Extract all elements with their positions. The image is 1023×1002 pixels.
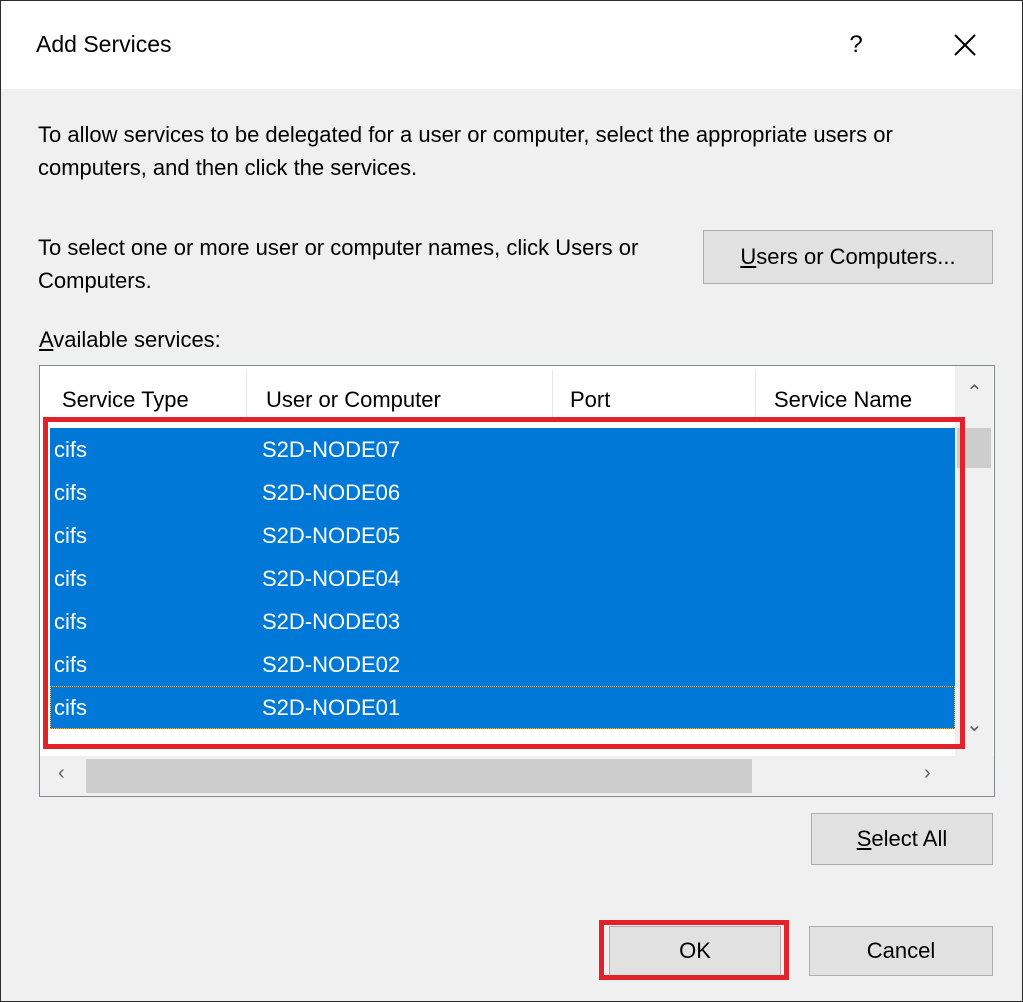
list-row[interactable]: cifs S2D-NODE02 bbox=[50, 643, 955, 686]
add-services-dialog: Add Services ? To allow services to be d… bbox=[0, 0, 1023, 1002]
column-header-user-or-computer[interactable]: User or Computer bbox=[266, 366, 441, 422]
cell-service-type: cifs bbox=[54, 566, 87, 591]
select-users-instructions: To select one or more user or computer n… bbox=[38, 235, 639, 293]
horizontal-scroll-thumb[interactable] bbox=[86, 759, 752, 793]
users-or-computers-button[interactable]: Users or Computers... bbox=[703, 230, 993, 284]
help-button[interactable]: ? bbox=[829, 17, 883, 73]
available-services-accel: A bbox=[39, 327, 54, 352]
cell-user-or-computer: S2D-NODE06 bbox=[262, 480, 401, 505]
delegation-instructions: To allow services to be delegated for a … bbox=[38, 122, 893, 180]
select-all-label: elect All bbox=[871, 826, 948, 851]
cell-service-type: cifs bbox=[54, 695, 87, 720]
close-button[interactable] bbox=[935, 17, 995, 73]
scroll-down-arrow-icon[interactable]: ⌄ bbox=[966, 712, 983, 737]
column-divider[interactable] bbox=[755, 370, 756, 420]
scroll-left-arrow-icon[interactable]: ‹ bbox=[58, 762, 65, 785]
list-header: Service Type User or Computer Port Servi… bbox=[40, 366, 994, 422]
column-divider[interactable] bbox=[552, 370, 553, 420]
column-divider[interactable] bbox=[246, 370, 247, 420]
cell-service-type: cifs bbox=[54, 523, 87, 548]
users-or-computers-label: sers or Computers... bbox=[756, 244, 956, 269]
cell-user-or-computer: S2D-NODE02 bbox=[262, 652, 401, 677]
cancel-button[interactable]: Cancel bbox=[809, 926, 993, 976]
available-services-label: Available services: bbox=[39, 327, 221, 353]
column-header-service-type[interactable]: Service Type bbox=[62, 366, 189, 422]
horizontal-scrollbar[interactable]: ‹ › bbox=[40, 756, 994, 796]
ok-button[interactable]: OK bbox=[609, 926, 781, 976]
list-row[interactable]: cifs S2D-NODE07 bbox=[50, 428, 955, 471]
cell-user-or-computer: S2D-NODE07 bbox=[262, 437, 401, 462]
list-row[interactable]: cifs S2D-NODE05 bbox=[50, 514, 955, 557]
scroll-up-arrow-icon[interactable]: ⌃ bbox=[966, 380, 983, 405]
cell-user-or-computer: S2D-NODE04 bbox=[262, 566, 401, 591]
select-all-button[interactable]: Select All bbox=[811, 813, 993, 865]
cell-user-or-computer: S2D-NODE01 bbox=[262, 695, 401, 720]
list-rows: cifs S2D-NODE07 cifs S2D-NODE06 cifs S2D… bbox=[50, 428, 955, 729]
list-row[interactable]: cifs S2D-NODE04 bbox=[50, 557, 955, 600]
column-header-service-name[interactable]: Service Name bbox=[774, 366, 912, 422]
title-bar: Add Services ? bbox=[1, 1, 1022, 89]
available-services-text: vailable services: bbox=[53, 327, 221, 352]
users-or-computers-accel: U bbox=[740, 244, 757, 269]
cell-user-or-computer: S2D-NODE05 bbox=[262, 523, 401, 548]
cell-service-type: cifs bbox=[54, 480, 87, 505]
column-header-port[interactable]: Port bbox=[570, 366, 610, 422]
select-all-accel: S bbox=[856, 826, 872, 851]
list-row[interactable]: cifs S2D-NODE01 bbox=[50, 686, 955, 729]
vertical-scroll-thumb[interactable] bbox=[957, 428, 991, 468]
available-services-list[interactable]: Service Type User or Computer Port Servi… bbox=[39, 365, 995, 797]
vertical-scrollbar[interactable]: ⌃ ⌄ bbox=[955, 366, 993, 756]
cell-user-or-computer: S2D-NODE03 bbox=[262, 609, 401, 634]
close-icon bbox=[954, 34, 976, 56]
help-icon: ? bbox=[849, 31, 863, 58]
cell-service-type: cifs bbox=[54, 652, 87, 677]
window-title: Add Services bbox=[36, 31, 172, 57]
cell-service-type: cifs bbox=[54, 437, 87, 462]
cell-service-type: cifs bbox=[54, 609, 87, 634]
list-row[interactable]: cifs S2D-NODE06 bbox=[50, 471, 955, 514]
scroll-right-arrow-icon[interactable]: › bbox=[924, 762, 931, 785]
list-row[interactable]: cifs S2D-NODE03 bbox=[50, 600, 955, 643]
